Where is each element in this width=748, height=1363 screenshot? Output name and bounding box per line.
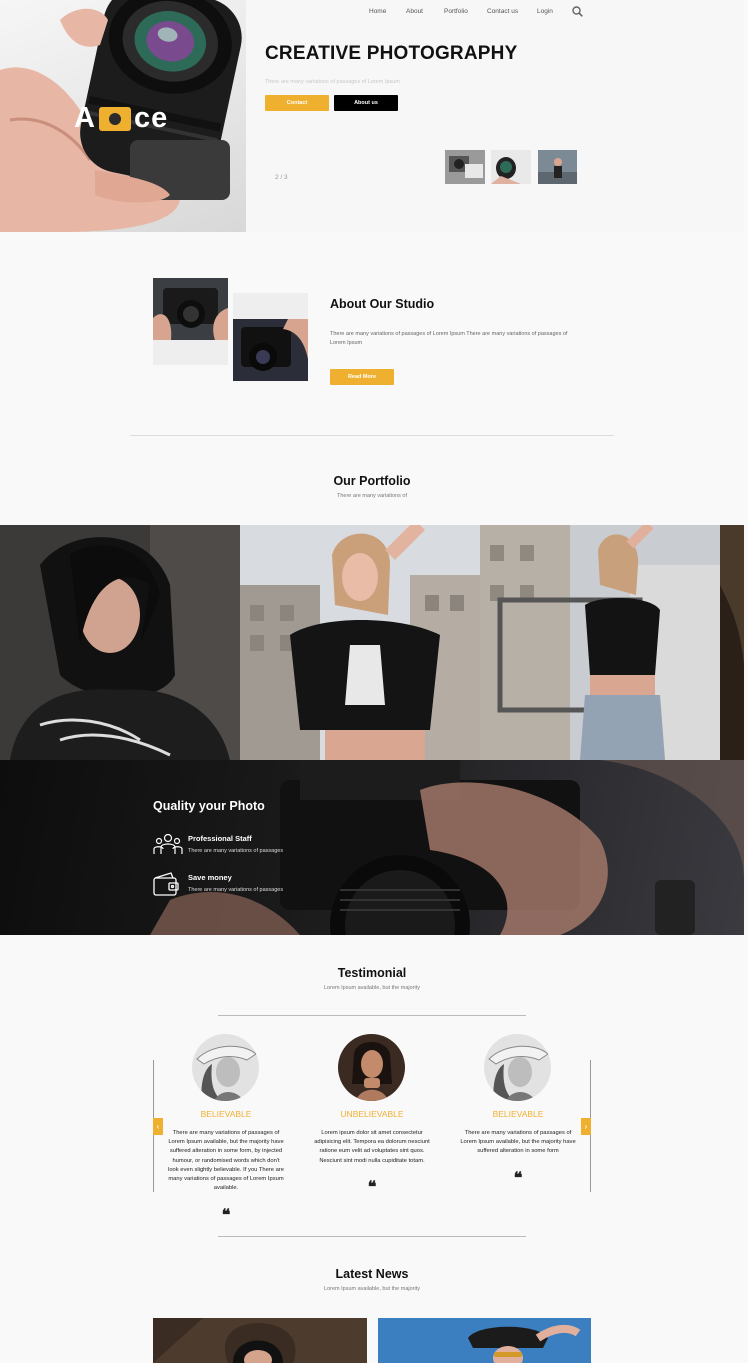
hero-subtitle: There are many variations of passages of… [265, 79, 400, 85]
contact-button[interactable]: Contact [265, 95, 329, 111]
slide-counter: 2 / 3 [275, 174, 288, 181]
avatar [192, 1034, 259, 1101]
testimonial-name: BELIEVABLE [200, 1109, 252, 1119]
hero-title: CREATIVE PHOTOGRAPHY [265, 43, 518, 64]
slide-thumbnail[interactable] [491, 150, 531, 184]
quality-item-title: Professional Staff [188, 834, 252, 843]
section-divider [218, 1236, 526, 1237]
avatar [484, 1034, 551, 1101]
testimonial-text: There are many variations of passages of… [168, 1130, 284, 1192]
portfolio-image[interactable] [480, 525, 720, 760]
news-subtitle: Lorem Ipsum available, but the majority [324, 1286, 420, 1292]
portfolio-image[interactable] [0, 525, 240, 760]
quote-icon: ❝ [221, 1205, 231, 1224]
testimonial-name: BELIEVABLE [492, 1109, 544, 1119]
slide-thumbnail[interactable] [445, 150, 485, 184]
testimonial-subtitle: Lorem Ipsum available, but the majority [324, 985, 420, 991]
portfolio-image[interactable] [240, 525, 480, 760]
news-image[interactable] [153, 1318, 367, 1363]
portfolio-title: Our Portfolio [333, 474, 411, 488]
about-image-1 [153, 278, 228, 340]
team-icon [153, 833, 183, 855]
quality-item-text: There are many variations of passages [188, 887, 284, 893]
testimonial-name: UNBELIEVABLE [340, 1109, 404, 1119]
about-image-2 [233, 319, 308, 381]
portfolio-image[interactable] [720, 525, 744, 760]
chevron-right-icon[interactable]: › [581, 1118, 591, 1135]
portfolio-subtitle: There are many variations of [336, 493, 407, 499]
about-text: There are many variations of passages of… [330, 331, 568, 346]
quality-title: Quality your Photo [153, 799, 265, 813]
camera-icon [98, 106, 131, 131]
about-us-button[interactable]: About us [334, 95, 398, 111]
nav-item-home[interactable]: Home [369, 8, 386, 15]
nav-item-portfolio[interactable]: Portfolio [444, 8, 468, 15]
nav-item-about[interactable]: About [406, 8, 423, 15]
section-divider [130, 435, 614, 436]
quality-section [0, 760, 744, 935]
quote-icon: ❝ [513, 1168, 523, 1187]
section-divider [218, 1015, 526, 1016]
news-image[interactable] [378, 1318, 591, 1363]
logo-text-right: ce [133, 102, 169, 134]
logo-text-left: A [74, 102, 96, 134]
read-more-button[interactable]: Read More [330, 369, 394, 385]
nav-item-contact[interactable]: Contact us [487, 8, 518, 15]
testimonial-title: Testimonial [337, 966, 407, 980]
wallet-icon [153, 872, 179, 896]
avatar [338, 1034, 405, 1101]
testimonial-text: Lorem ipsum dolor sit amet consectetur a… [314, 1130, 430, 1164]
quality-item-text: There are many variations of passages [188, 848, 284, 854]
quote-icon: ❝ [367, 1177, 377, 1196]
nav-item-login[interactable]: Login [537, 8, 553, 15]
quality-item-title: Save money [188, 873, 232, 882]
search-icon[interactable] [572, 6, 583, 17]
site-logo[interactable]: A ce [74, 102, 168, 135]
about-title: About Our Studio [330, 297, 435, 311]
news-title: Latest News [335, 1267, 409, 1281]
slide-thumbnail[interactable] [538, 150, 577, 184]
testimonial-text: There are many variations of passages of… [460, 1130, 576, 1155]
chevron-left-icon[interactable]: ‹ [153, 1118, 163, 1135]
